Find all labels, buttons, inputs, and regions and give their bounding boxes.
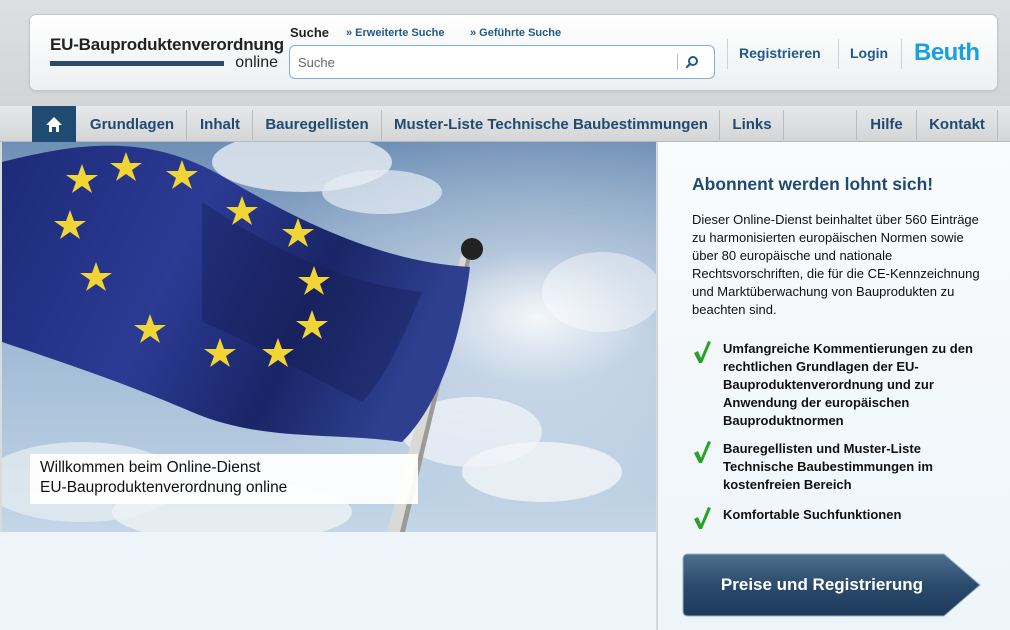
nav-divider: [252, 110, 253, 140]
advanced-search-link[interactable]: » Erweiterte Suche: [346, 27, 444, 39]
hero-image: Willkommen beim Online-Dienst EU-Bauprod…: [2, 142, 656, 532]
logo-bar: [50, 61, 224, 66]
guided-search-link[interactable]: » Geführte Suche: [470, 27, 561, 39]
main-nav: Grundlagen Inhalt Bauregellisten Muster-…: [0, 106, 1010, 142]
feature-text: Komfortable Suchfunktionen: [723, 507, 902, 522]
checkmark-icon: [694, 341, 711, 363]
cta-label: Preise und Registrierung: [720, 575, 924, 594]
home-icon: [46, 117, 62, 132]
nav-divider: [856, 110, 857, 140]
logo-title: EU-Bauproduktenverordnung: [50, 35, 284, 54]
hero-caption-line1: Willkommen beim Online-Dienst: [40, 459, 261, 476]
checkmark-icon: [694, 507, 711, 529]
header-divider: [838, 39, 839, 69]
nav-item-inhalt[interactable]: Inhalt: [190, 106, 250, 142]
panel-title: Abonnent werden lohnt sich!: [692, 174, 934, 194]
feature-item: Bauregellisten und Muster-Liste Technisc…: [692, 440, 982, 496]
search-icon[interactable]: [682, 53, 702, 73]
header: EU-Bauproduktenverordnung online Suche »…: [0, 0, 1010, 106]
beuth-logo[interactable]: Beuth: [914, 39, 980, 67]
hero-caption: Willkommen beim Online-Dienst EU-Bauprod…: [30, 454, 418, 504]
content-area: [0, 532, 656, 630]
register-link[interactable]: Registrieren: [739, 45, 821, 61]
feature-text: Umfangreiche Kommentierungen zu den rech…: [723, 341, 973, 428]
header-divider: [727, 39, 728, 69]
checkmark-icon: [694, 441, 711, 463]
subscription-panel: Abonnent werden lohnt sich! Dieser Onlin…: [657, 142, 1010, 630]
feature-item: Umfangreiche Kommentierungen zu den rech…: [692, 340, 982, 432]
site-logo[interactable]: EU-Bauproduktenverordnung online: [50, 35, 284, 75]
nav-divider: [997, 110, 998, 140]
nav-item-kontakt[interactable]: Kontakt: [919, 106, 995, 142]
nav-divider: [916, 110, 917, 140]
logo-subtitle: online: [235, 54, 278, 71]
header-box: EU-Bauproduktenverordnung online Suche »…: [29, 14, 998, 91]
search-divider: [677, 54, 678, 70]
pricing-registration-button[interactable]: Preise und Registrierung: [682, 553, 982, 617]
nav-item-bauregellisten[interactable]: Bauregellisten: [256, 106, 378, 142]
feature-item: Komfortable Suchfunktionen: [692, 506, 982, 530]
nav-divider: [186, 110, 187, 140]
nav-divider: [719, 110, 720, 140]
login-link[interactable]: Login: [850, 45, 888, 61]
nav-item-grundlagen[interactable]: Grundlagen: [80, 106, 184, 142]
header-divider: [901, 39, 902, 69]
nav-item-links[interactable]: Links: [723, 106, 781, 142]
feature-text: Bauregellisten und Muster-Liste Technisc…: [723, 441, 933, 492]
nav-divider: [381, 110, 382, 140]
nav-home[interactable]: [32, 106, 76, 142]
search-label: Suche: [290, 25, 330, 40]
panel-intro: Dieser Online-Dienst beinhaltet über 560…: [692, 212, 980, 317]
nav-item-hilfe[interactable]: Hilfe: [859, 106, 914, 142]
search-input[interactable]: [298, 52, 668, 72]
nav-divider: [783, 110, 784, 140]
search-box: [289, 45, 715, 79]
nav-item-muster-liste[interactable]: Muster-Liste Technische Baubestimmungen: [386, 106, 716, 142]
hero-caption-line2: EU-Bauproduktenverordnung online: [40, 479, 288, 496]
